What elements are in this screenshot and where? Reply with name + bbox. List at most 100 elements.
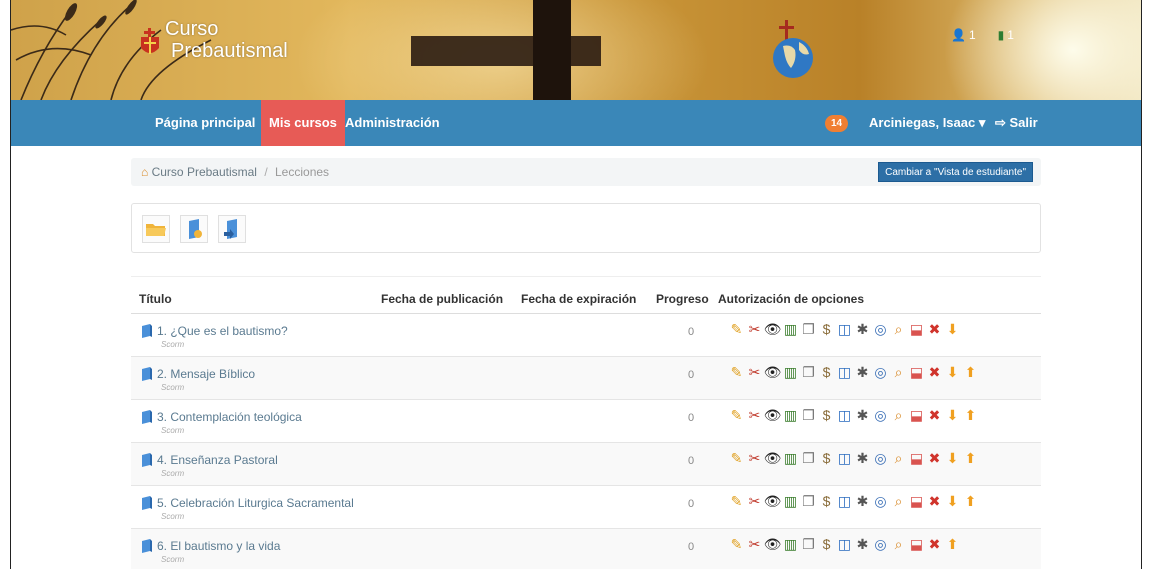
switch-student-view-button[interactable]: Cambiar a "Vista de estudiante" (878, 162, 1033, 182)
layout-icon[interactable]: ◫ (836, 321, 853, 338)
tools-icon[interactable]: ✂ (746, 536, 763, 553)
new-folder-button[interactable] (142, 215, 170, 243)
search-icon[interactable]: ⌕ (890, 536, 907, 553)
delete-icon[interactable]: ✖ (926, 321, 943, 338)
user-menu[interactable]: Arciniegas, Isaac ▾ (861, 100, 993, 146)
notification-badge[interactable]: 14 (825, 115, 849, 132)
copy-icon[interactable]: ❐ (800, 536, 817, 553)
breadcrumb-root[interactable]: Curso Prebautismal (152, 165, 257, 179)
money-icon[interactable]: $ (818, 536, 835, 553)
col-progress[interactable]: Progreso (656, 292, 709, 306)
nav-my-courses[interactable]: Mis cursos (261, 100, 345, 146)
move-up-icon[interactable]: ⬆ (962, 364, 979, 381)
messages-stat[interactable]: ▮ 1 (998, 28, 1014, 42)
copy-icon[interactable]: ❐ (800, 321, 817, 338)
visibility-icon[interactable]: 👁 (764, 536, 782, 553)
move-up-icon[interactable]: ⬆ (962, 450, 979, 467)
copy-icon[interactable]: ❐ (800, 450, 817, 467)
visibility-icon[interactable]: 👁 (764, 450, 782, 467)
move-down-icon[interactable]: ⬇ (944, 407, 961, 424)
target-icon[interactable]: ◎ (872, 450, 889, 467)
pdf-icon[interactable]: ⬓ (908, 407, 925, 424)
move-up-icon[interactable]: ⬆ (944, 536, 961, 553)
tools-icon[interactable]: ✂ (746, 493, 763, 510)
pdf-icon[interactable]: ⬓ (908, 321, 925, 338)
move-up-icon[interactable]: ⬆ (962, 493, 979, 510)
pdf-icon[interactable]: ⬓ (908, 450, 925, 467)
layout-icon[interactable]: ◫ (836, 450, 853, 467)
move-down-icon[interactable]: ⬇ (944, 493, 961, 510)
target-icon[interactable]: ◎ (872, 407, 889, 424)
lesson-link[interactable]: 3. Contemplación teológica (141, 410, 302, 424)
layout-icon[interactable]: ◫ (836, 407, 853, 424)
bug-icon[interactable]: ✱ (854, 321, 871, 338)
stats-icon[interactable]: ▥ (782, 450, 799, 467)
move-down-icon[interactable]: ⬇ (944, 450, 961, 467)
edit-icon[interactable]: ✎ (728, 493, 745, 510)
money-icon[interactable]: $ (818, 321, 835, 338)
edit-icon[interactable]: ✎ (728, 321, 745, 338)
visibility-icon[interactable]: 👁 (764, 407, 782, 424)
tools-icon[interactable]: ✂ (746, 364, 763, 381)
stats-icon[interactable]: ▥ (782, 536, 799, 553)
lesson-link[interactable]: 1. ¿Que es el bautismo? (141, 324, 288, 338)
layout-icon[interactable]: ◫ (836, 493, 853, 510)
bug-icon[interactable]: ✱ (854, 493, 871, 510)
money-icon[interactable]: $ (818, 450, 835, 467)
nav-admin[interactable]: Administración (337, 100, 448, 146)
pdf-icon[interactable]: ⬓ (908, 493, 925, 510)
lesson-link[interactable]: 6. El bautismo y la vida (141, 539, 280, 553)
pdf-icon[interactable]: ⬓ (908, 364, 925, 381)
edit-icon[interactable]: ✎ (728, 536, 745, 553)
copy-icon[interactable]: ❐ (800, 364, 817, 381)
stats-icon[interactable]: ▥ (782, 407, 799, 424)
target-icon[interactable]: ◎ (872, 364, 889, 381)
copy-icon[interactable]: ❐ (800, 493, 817, 510)
upload-button[interactable] (180, 215, 208, 243)
move-down-icon[interactable]: ⬇ (944, 321, 961, 338)
col-expires[interactable]: Fecha de expiración (521, 292, 636, 306)
delete-icon[interactable]: ✖ (926, 364, 943, 381)
import-button[interactable] (218, 215, 246, 243)
lesson-link[interactable]: 4. Enseñanza Pastoral (141, 453, 278, 467)
move-down-icon[interactable]: ⬇ (944, 364, 961, 381)
stats-icon[interactable]: ▥ (782, 364, 799, 381)
edit-icon[interactable]: ✎ (728, 450, 745, 467)
copy-icon[interactable]: ❐ (800, 407, 817, 424)
site-logo[interactable]: Curso Prebautismal (139, 18, 288, 62)
delete-icon[interactable]: ✖ (926, 450, 943, 467)
tools-icon[interactable]: ✂ (746, 450, 763, 467)
col-published[interactable]: Fecha de publicación (381, 292, 503, 306)
lesson-link[interactable]: 2. Mensaje Bíblico (141, 367, 255, 381)
search-icon[interactable]: ⌕ (890, 321, 907, 338)
search-icon[interactable]: ⌕ (890, 364, 907, 381)
bug-icon[interactable]: ✱ (854, 407, 871, 424)
bug-icon[interactable]: ✱ (854, 364, 871, 381)
stats-icon[interactable]: ▥ (782, 321, 799, 338)
tools-icon[interactable]: ✂ (746, 407, 763, 424)
money-icon[interactable]: $ (818, 493, 835, 510)
logout-link[interactable]: ⇨ Salir (987, 100, 1046, 146)
lesson-link[interactable]: 5. Celebración Liturgica Sacramental (141, 496, 354, 510)
edit-icon[interactable]: ✎ (728, 407, 745, 424)
money-icon[interactable]: $ (818, 407, 835, 424)
search-icon[interactable]: ⌕ (890, 407, 907, 424)
delete-icon[interactable]: ✖ (926, 536, 943, 553)
nav-home[interactable]: Página principal (147, 100, 263, 146)
money-icon[interactable]: $ (818, 364, 835, 381)
edit-icon[interactable]: ✎ (728, 364, 745, 381)
layout-icon[interactable]: ◫ (836, 536, 853, 553)
delete-icon[interactable]: ✖ (926, 493, 943, 510)
layout-icon[interactable]: ◫ (836, 364, 853, 381)
visibility-icon[interactable]: 👁 (764, 321, 782, 338)
stats-icon[interactable]: ▥ (782, 493, 799, 510)
tools-icon[interactable]: ✂ (746, 321, 763, 338)
bug-icon[interactable]: ✱ (854, 450, 871, 467)
users-stat[interactable]: 👤 1 (951, 28, 976, 42)
move-up-icon[interactable]: ⬆ (962, 407, 979, 424)
target-icon[interactable]: ◎ (872, 536, 889, 553)
target-icon[interactable]: ◎ (872, 493, 889, 510)
search-icon[interactable]: ⌕ (890, 450, 907, 467)
delete-icon[interactable]: ✖ (926, 407, 943, 424)
col-title[interactable]: Título (139, 292, 172, 306)
